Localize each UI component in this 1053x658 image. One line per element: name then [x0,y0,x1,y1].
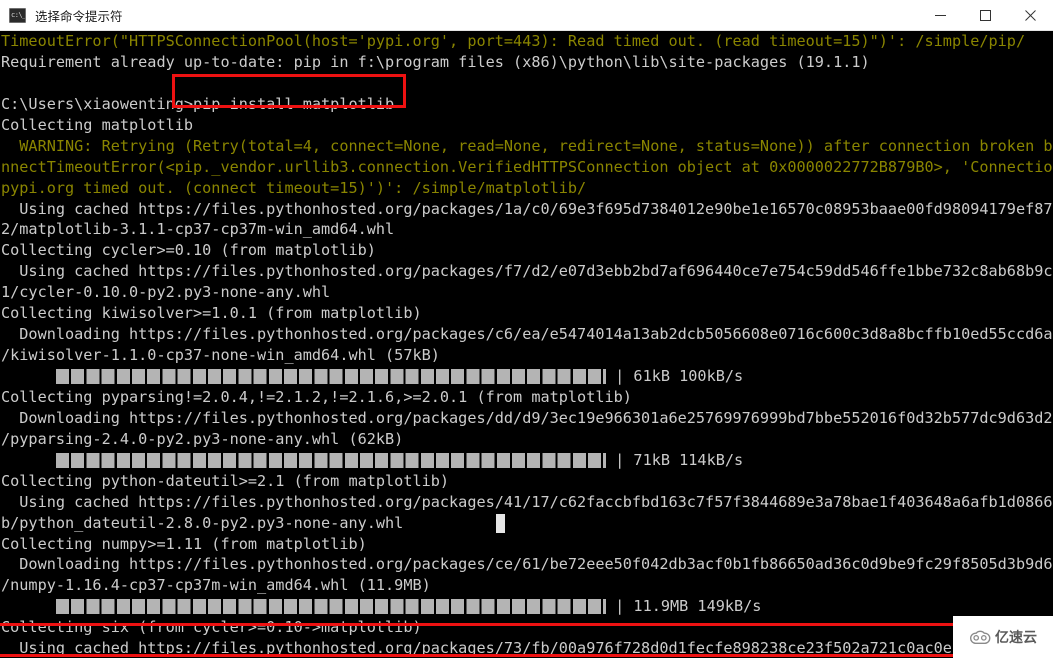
progress-bar-fill [56,599,606,615]
console-line: /numpy-1.16.4-cp37-cp37m-win_amd64.whl (… [1,576,431,595]
console-line: WARNING: Retrying (Retry(total=4, connec… [1,136,1053,155]
console-line: Collecting six (from cycler>=0.10->matpl… [1,618,422,637]
console-line: Collecting python-dateutil>=2.1 (from ma… [1,471,450,490]
maximize-icon [980,9,991,21]
progress-bar-stats: | 61kB 100kB/s [606,367,744,385]
minimize-button[interactable] [918,0,963,31]
close-button[interactable] [1008,0,1053,31]
progress-bar-stats: | 71kB 114kB/s [606,450,744,469]
progress-bar [56,599,606,615]
cloud-logo-icon [970,630,991,645]
console-line: Requirement already up-to-date: pip in f… [1,52,870,71]
progress-bar-line: | 61kB 100kB/s [0,366,1053,387]
console-line: b/python_dateutil-2.8.0-py2.py3-none-any… [1,513,404,532]
title-bar-left: 选择命令提示符 [0,6,918,25]
console-line: Downloading https://files.pythonhosted.o… [1,408,1053,427]
progress-bar-fill [56,368,606,384]
console-line: Collecting cycler>=0.10 (from matplotlib… [1,241,376,260]
text-cursor [496,514,505,533]
maximize-button[interactable] [963,0,1008,31]
console-line: 2/matplotlib-3.1.1-cp37-cp37m-win_amd64.… [1,220,395,239]
console-line: pypi.org timed out. (connect timeout=15)… [1,178,587,197]
console-line: Using cached https://files.pythonhosted.… [1,492,1053,511]
console-line: Collecting pyparsing!=2.0.4,!=2.1.2,!=2.… [1,387,632,406]
console-line: Using cached https://files.pythonhosted.… [1,199,1053,218]
console-line: 1/cycler-0.10.0-py2.py3-none-any.whl [1,283,331,302]
command-prompt-window: 选择命令提示符 TimeoutError("HTTP [0,0,1053,658]
progress-bar-line: | 71kB 114kB/s [0,450,1053,471]
window-controls [918,0,1053,31]
console-output[interactable]: TimeoutError("HTTPSConnectionPool(host='… [0,31,1053,658]
cmd-icon [9,7,26,23]
progress-bar-stats: | 11.9MB 149kB/s [606,597,762,616]
progress-bar [56,452,606,468]
console-line: Collecting kiwisolver>=1.0.1 (from matpl… [1,304,422,323]
console-line: /pyparsing-2.4.0-py2.py3-none-any.whl (6… [1,429,404,448]
minimize-icon [935,14,946,16]
console-line: TimeoutError("HTTPSConnectionPool(host='… [1,32,1026,50]
progress-bar-line: | 11.9MB 149kB/s [0,596,1053,617]
progress-bar [56,368,606,384]
console-line: C:\Users\xiaowenting>pip install matplot… [1,94,395,113]
console-line: nnectTimeoutError(<pip._vendor.urllib3.c… [1,157,1053,176]
watermark: 亿速云 [953,616,1053,658]
window-title: 选择命令提示符 [35,8,123,24]
console-line: Downloading https://files.pythonhosted.o… [1,555,1053,574]
console-line: Collecting numpy>=1.11 (from matplotlib) [1,534,367,553]
console-line: Collecting matplotlib [1,115,194,134]
console-line: Using cached https://files.pythonhosted.… [1,639,1053,658]
progress-bar-fill [56,452,606,468]
title-bar[interactable]: 选择命令提示符 [0,0,1053,31]
close-icon [1025,9,1036,21]
console-line: Downloading https://files.pythonhosted.o… [1,325,1053,344]
console-line: /kiwisolver-1.1.0-cp37-none-win_amd64.wh… [1,346,440,365]
watermark-text: 亿速云 [995,630,1037,646]
console-line: Using cached https://files.pythonhosted.… [1,262,1053,281]
